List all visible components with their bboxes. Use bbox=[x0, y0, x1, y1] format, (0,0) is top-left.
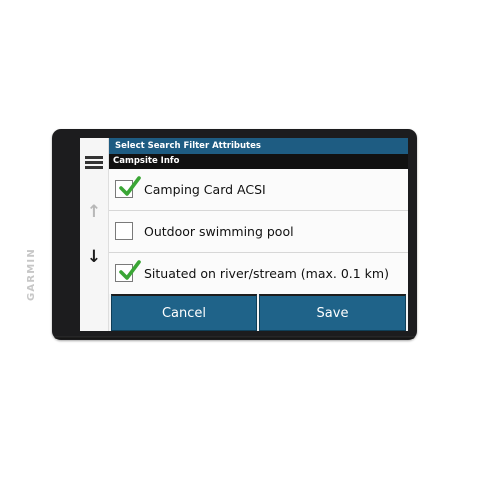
checkbox-river[interactable] bbox=[115, 260, 141, 282]
option-row-outdoor-pool[interactable]: Outdoor swimming pool bbox=[109, 211, 408, 253]
option-row-camping-card[interactable]: Camping Card ACSI bbox=[109, 169, 408, 211]
save-button[interactable]: Save bbox=[259, 294, 406, 331]
brand-logo: GARMIN bbox=[26, 248, 37, 301]
checkbox-camping-card[interactable] bbox=[115, 176, 141, 198]
section-title: Campsite Info bbox=[109, 154, 408, 169]
option-label: Situated on river/stream (max. 0.1 km) bbox=[144, 266, 389, 281]
device-screen: ↑ ↓ Select Search Filter Attributes Camp… bbox=[80, 138, 408, 331]
arrow-down-icon[interactable]: ↓ bbox=[86, 247, 102, 267]
checkmark-icon bbox=[119, 260, 141, 280]
checkbox-outdoor-pool[interactable] bbox=[115, 222, 133, 240]
page-title: Select Search Filter Attributes bbox=[109, 138, 408, 154]
option-label: Camping Card ACSI bbox=[144, 182, 266, 197]
hamburger-menu-icon[interactable] bbox=[85, 156, 103, 170]
checkmark-icon bbox=[119, 176, 141, 196]
sidebar: ↑ ↓ bbox=[80, 138, 109, 331]
action-bar: Cancel Save bbox=[109, 294, 408, 331]
option-row-river[interactable]: Situated on river/stream (max. 0.1 km) bbox=[109, 253, 408, 294]
option-list: Camping Card ACSI Outdoor swimming pool … bbox=[109, 169, 408, 294]
arrow-up-icon[interactable]: ↑ bbox=[86, 202, 102, 222]
cancel-button[interactable]: Cancel bbox=[111, 294, 257, 331]
option-label: Outdoor swimming pool bbox=[144, 224, 294, 239]
